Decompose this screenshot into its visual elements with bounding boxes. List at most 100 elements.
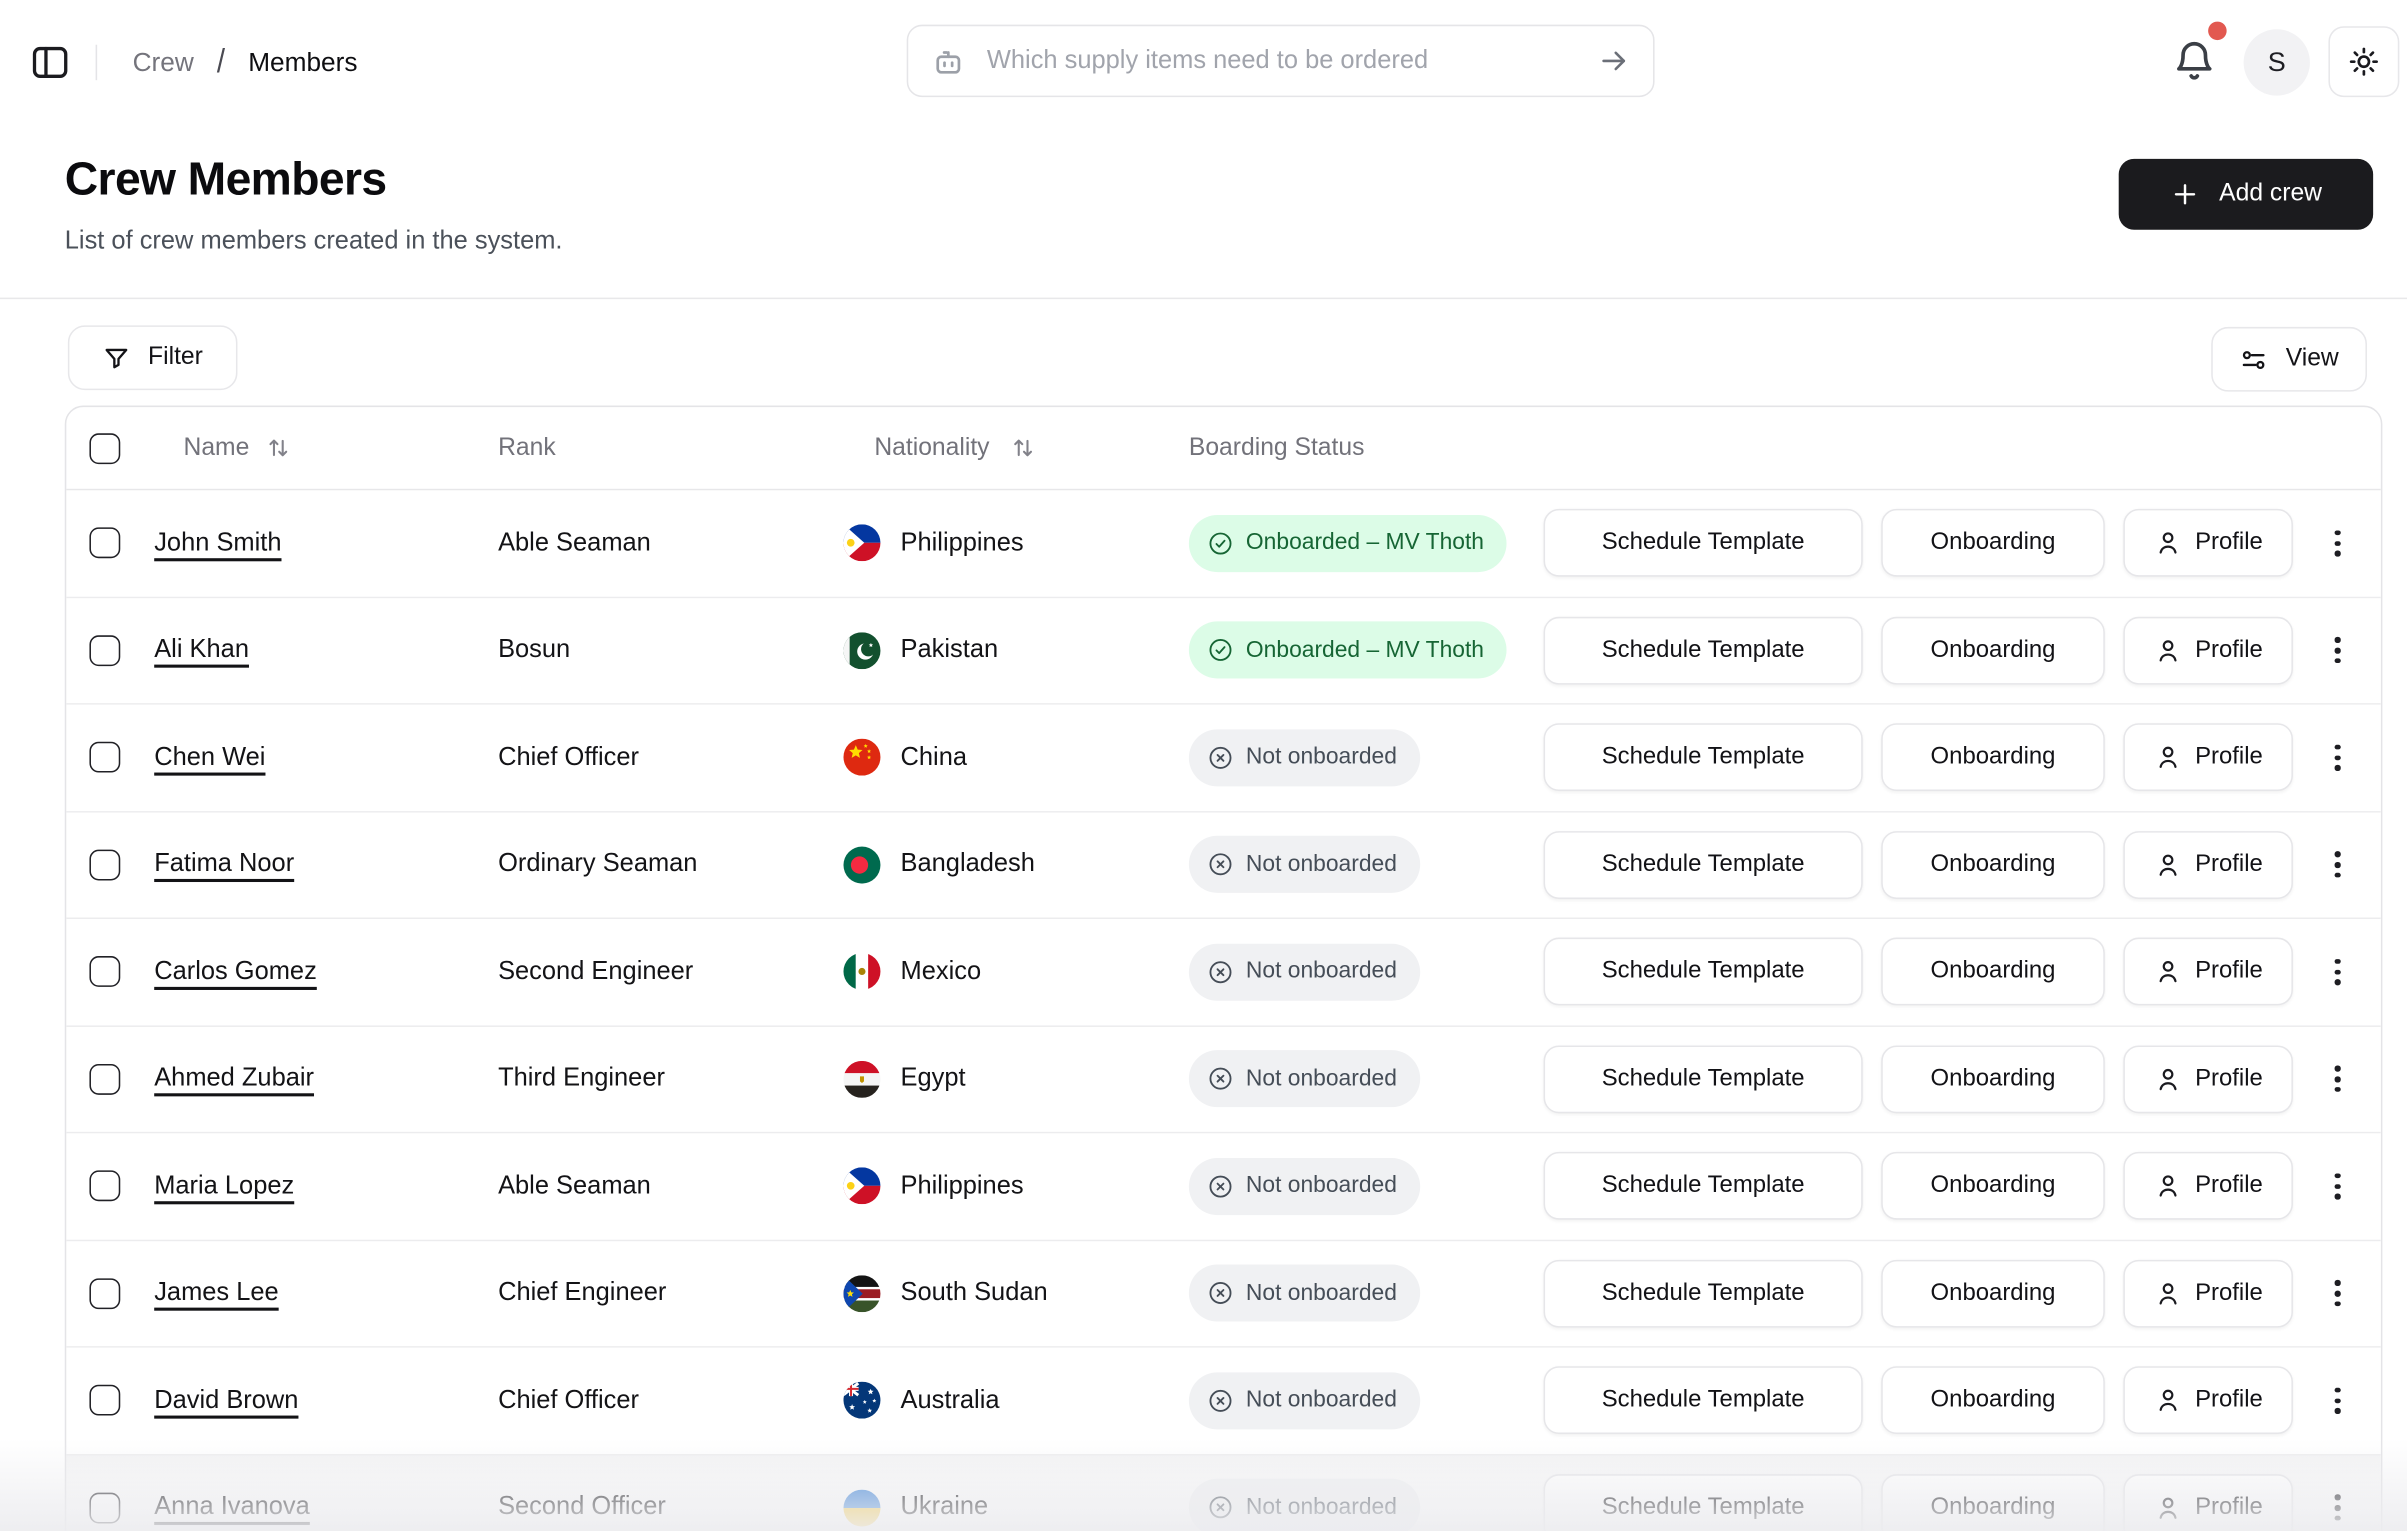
sort-icon[interactable] [1010, 435, 1036, 461]
schedule-template-button[interactable]: Schedule Template [1543, 1152, 1863, 1221]
onboarding-button[interactable]: Onboarding [1881, 937, 2105, 1006]
row-checkbox[interactable] [89, 956, 121, 988]
row-checkbox[interactable] [89, 1170, 121, 1202]
row-actions: Schedule Template Onboarding Profile [1543, 1259, 2363, 1328]
row-checkbox[interactable] [89, 1063, 121, 1095]
column-header-boarding-status: Boarding Status [1188, 434, 1365, 461]
crew-name-link[interactable]: Ali Khan [154, 636, 249, 664]
status-label: Not onboarded [1245, 959, 1397, 985]
column-header-rank[interactable]: Rank [498, 434, 843, 462]
row-menu-button[interactable] [2321, 834, 2355, 896]
profile-button[interactable]: Profile [2123, 1045, 2293, 1113]
bot-icon [931, 44, 965, 78]
app-window: Crew / Members S Crew Members List of cr… [0, 0, 2407, 1531]
crew-name-link[interactable]: Anna Ivanova [154, 1493, 310, 1521]
row-menu-button[interactable] [2321, 512, 2355, 574]
schedule-template-button[interactable]: Schedule Template [1543, 1045, 1863, 1113]
onboarding-button[interactable]: Onboarding [1881, 723, 2105, 792]
onboarding-button[interactable]: Onboarding [1881, 1366, 2105, 1435]
view-button[interactable]: View [2211, 326, 2367, 392]
notifications-button[interactable] [2171, 37, 2217, 83]
profile-label: Profile [2195, 529, 2263, 556]
schedule-template-button[interactable]: Schedule Template [1543, 723, 1863, 792]
row-menu-button[interactable] [2321, 941, 2355, 1003]
select-all-checkbox[interactable] [89, 432, 121, 464]
crew-name-link[interactable]: Carlos Gomez [154, 957, 317, 985]
row-menu-button[interactable] [2321, 727, 2355, 789]
breadcrumb: Crew / Members [133, 0, 358, 125]
row-menu-button[interactable] [2321, 1048, 2355, 1110]
nationality-cell: Australia [843, 1382, 1188, 1420]
row-checkbox[interactable] [89, 1492, 121, 1524]
crew-name-link[interactable]: Fatima Noor [154, 850, 294, 878]
profile-button[interactable]: Profile [2123, 723, 2293, 792]
row-checkbox[interactable] [89, 1385, 121, 1416]
row-checkbox[interactable] [89, 849, 121, 881]
row-checkbox[interactable] [89, 1277, 121, 1309]
schedule-template-button[interactable]: Schedule Template [1543, 1259, 1863, 1328]
sliders-icon [2239, 345, 2268, 374]
search-input[interactable] [983, 44, 1580, 78]
onboarding-button[interactable]: Onboarding [1881, 830, 2105, 899]
sidebar-toggle-button[interactable] [29, 42, 71, 84]
schedule-template-button[interactable]: Schedule Template [1543, 509, 1863, 578]
add-crew-button[interactable]: Add crew [2118, 158, 2374, 230]
row-menu-button[interactable] [2321, 1477, 2355, 1531]
row-checkbox[interactable] [89, 742, 121, 773]
onboarding-button[interactable]: Onboarding [1881, 1473, 2105, 1531]
status-label: Not onboarded [1245, 1173, 1397, 1199]
section-divider [0, 297, 2407, 300]
table-row: Maria Lopez Able Seaman Philippines Not … [66, 1133, 2381, 1241]
schedule-template-button[interactable]: Schedule Template [1543, 937, 1863, 1006]
status-label: Not onboarded [1245, 852, 1397, 878]
row-menu-button[interactable] [2321, 1155, 2355, 1217]
theme-toggle-button[interactable] [2328, 26, 2400, 98]
user-icon [2153, 1494, 2181, 1522]
profile-button[interactable]: Profile [2123, 509, 2293, 578]
row-actions: Schedule Template Onboarding Profile [1543, 937, 2363, 1006]
onboarding-button[interactable]: Onboarding [1881, 1045, 2105, 1113]
filter-button[interactable]: Filter [67, 325, 237, 391]
ai-search-bar[interactable] [906, 24, 1655, 98]
profile-button[interactable]: Profile [2123, 1152, 2293, 1221]
column-header-nationality[interactable]: Nationality [843, 434, 1188, 462]
flag-icon-philippines [843, 524, 881, 562]
onboarding-button[interactable]: Onboarding [1881, 1259, 2105, 1328]
crew-name-link[interactable]: David Brown [154, 1386, 298, 1414]
crew-name-link[interactable]: Maria Lopez [154, 1172, 294, 1200]
nationality-label: Pakistan [900, 635, 999, 664]
onboarding-button[interactable]: Onboarding [1881, 1152, 2105, 1221]
user-avatar[interactable]: S [2243, 29, 2310, 96]
profile-button[interactable]: Profile [2123, 1473, 2293, 1531]
x-circle-icon [1207, 1387, 1233, 1413]
column-header-name[interactable]: Name [154, 434, 498, 462]
status-cell: Onboarded – MV Thoth [1188, 514, 1544, 572]
crew-name-link[interactable]: James Lee [154, 1279, 278, 1307]
x-circle-icon [1207, 1066, 1233, 1092]
crew-name-link[interactable]: Chen Wei [154, 743, 265, 771]
row-menu-button[interactable] [2321, 619, 2355, 681]
schedule-template-button[interactable]: Schedule Template [1543, 616, 1863, 685]
row-menu-button[interactable] [2321, 1370, 2355, 1432]
schedule-template-button[interactable]: Schedule Template [1543, 1473, 1863, 1531]
profile-label: Profile [2195, 957, 2263, 985]
profile-button[interactable]: Profile [2123, 1259, 2293, 1328]
schedule-template-button[interactable]: Schedule Template [1543, 830, 1863, 899]
search-submit-arrow-icon[interactable] [1598, 45, 1630, 77]
crew-name-link[interactable]: Ahmed Zubair [154, 1064, 314, 1092]
profile-button[interactable]: Profile [2123, 830, 2293, 899]
sort-icon[interactable] [265, 435, 291, 461]
status-badge: Not onboarded [1188, 1479, 1421, 1531]
row-checkbox[interactable] [89, 527, 121, 559]
profile-button[interactable]: Profile [2123, 616, 2293, 685]
row-checkbox[interactable] [89, 634, 121, 666]
onboarding-button[interactable]: Onboarding [1881, 616, 2105, 685]
onboarding-button[interactable]: Onboarding [1881, 509, 2105, 578]
crew-name-link[interactable]: John Smith [154, 529, 281, 557]
status-badge: Not onboarded [1188, 1157, 1421, 1215]
row-menu-button[interactable] [2321, 1263, 2355, 1325]
schedule-template-button[interactable]: Schedule Template [1543, 1366, 1863, 1435]
breadcrumb-crew[interactable]: Crew [133, 47, 194, 78]
profile-button[interactable]: Profile [2123, 1366, 2293, 1435]
profile-button[interactable]: Profile [2123, 937, 2293, 1006]
